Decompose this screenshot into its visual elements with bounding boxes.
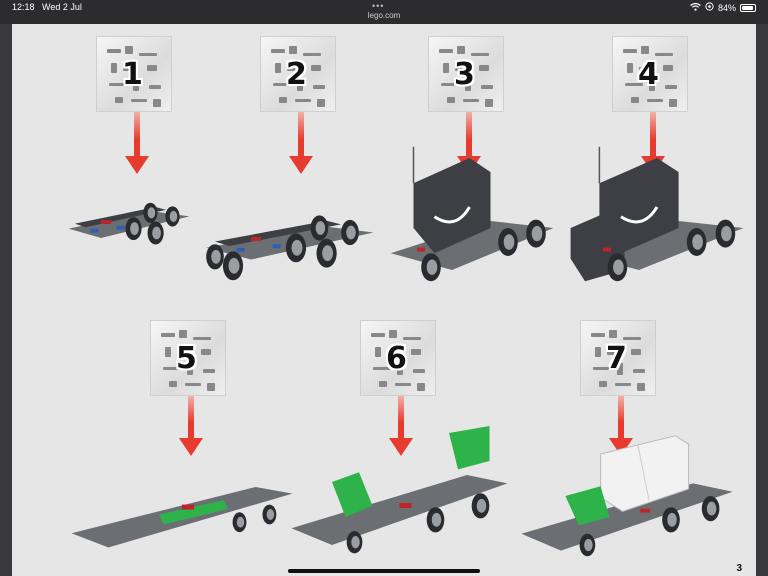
arrow-down-icon [179, 396, 203, 461]
tab-overview-dots[interactable]: ••• [372, 1, 384, 11]
status-bar: 12:18 Wed 2 Jul ••• lego.com 84% [0, 0, 768, 24]
battery-icon [740, 3, 756, 12]
address-bar[interactable]: lego.com [0, 11, 768, 20]
wifi-icon [690, 2, 701, 13]
step-number: 1 [122, 57, 143, 92]
model-build-image [517, 419, 737, 564]
model-build-image [62, 184, 192, 261]
step-number: 3 [454, 57, 475, 92]
arrow-down-icon [125, 112, 149, 179]
model-build-image [197, 192, 377, 287]
model-build-image [67, 454, 297, 569]
model-build-image [567, 144, 747, 289]
step-number: 2 [286, 57, 307, 92]
model-build-image [382, 144, 557, 289]
step-number: 4 [638, 57, 659, 92]
step-number: 6 [386, 341, 407, 376]
model-build-image [287, 419, 512, 564]
page-number: 3 [736, 563, 742, 574]
step-number: 5 [176, 341, 197, 376]
location-icon [705, 2, 714, 13]
instruction-page: 1 2 3 4 5 6 7 3 [12, 24, 756, 576]
status-indicators: 84% [690, 2, 756, 13]
step-number: 7 [606, 341, 627, 376]
home-indicator[interactable] [288, 569, 480, 573]
arrow-down-icon [289, 112, 313, 179]
battery-percent: 84% [717, 2, 736, 13]
